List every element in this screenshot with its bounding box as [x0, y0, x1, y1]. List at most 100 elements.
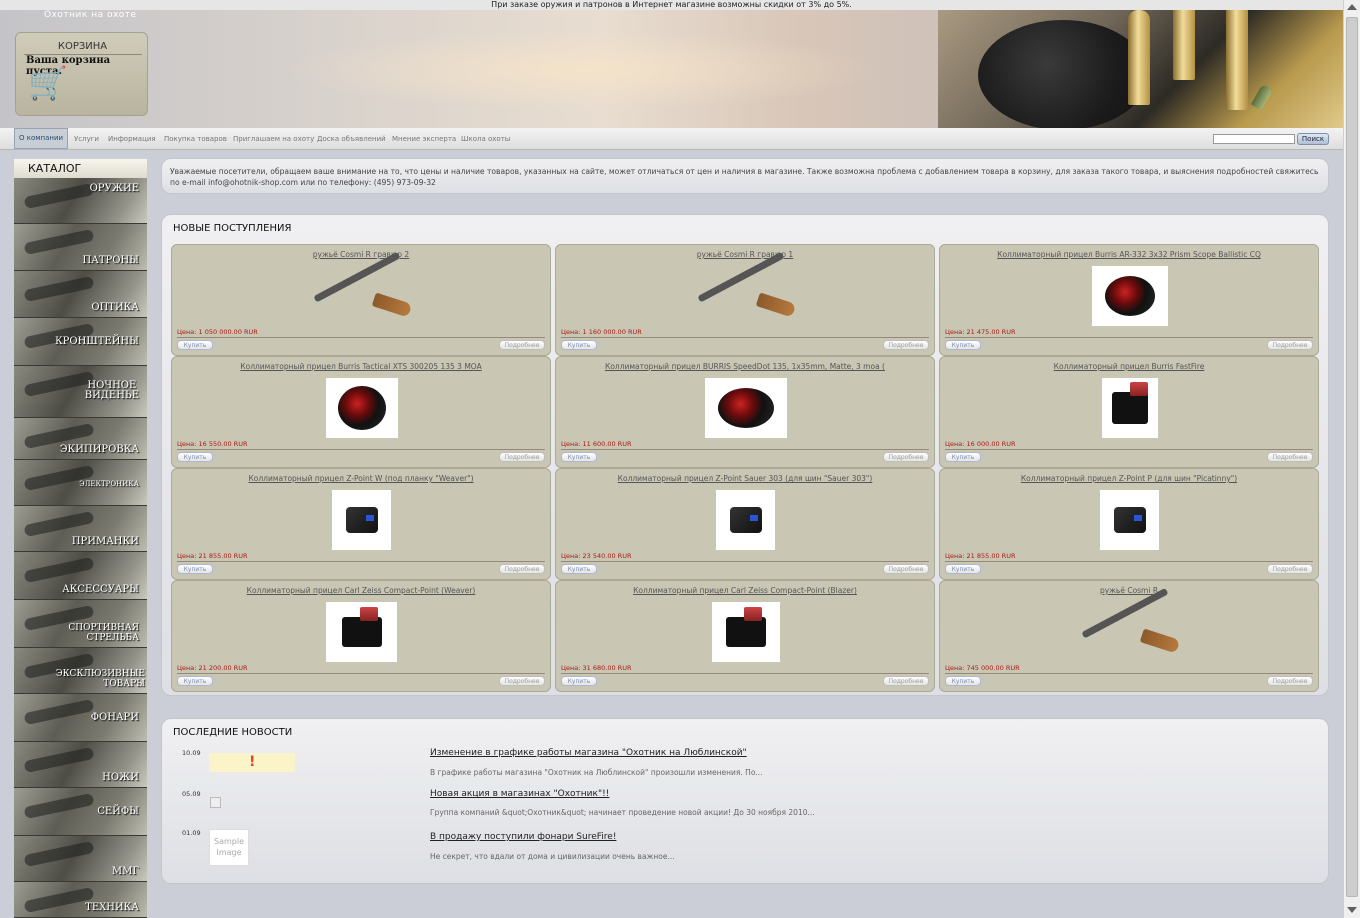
buy-button[interactable]: Купить	[177, 564, 213, 574]
news-title-link[interactable]: Новая акция в магазинах "Охотник"!!	[430, 789, 609, 799]
catalog-item-exclusive[interactable]: ЭКСКЛЮЗИВНЫЕ ТОВАРЫ	[14, 648, 147, 694]
card-divider	[945, 561, 1313, 562]
details-button[interactable]: Подробнее	[1267, 676, 1313, 686]
nav-item-expert[interactable]: Мнение эксперта	[392, 128, 456, 150]
product-name-link[interactable]: Коллиматорный прицел Z-Point P (для шин …	[940, 474, 1318, 483]
details-button[interactable]: Подробнее	[883, 340, 929, 350]
product-name-link[interactable]: ружьё Cosmi R	[940, 586, 1318, 595]
catalog-item-gear[interactable]: ЭКИПИРОВКА	[14, 418, 147, 460]
details-button[interactable]: Подробнее	[499, 340, 545, 350]
catalog-item-label: ФОНАРИ	[90, 712, 139, 723]
catalog-item-ammo[interactable]: ПАТРОНЫ	[14, 224, 147, 271]
product-image-zeiss[interactable]	[712, 602, 780, 662]
vertical-scrollbar[interactable]	[1343, 0, 1360, 918]
product-name-link[interactable]: Коллиматорный прицел Burris Tactical XTS…	[172, 362, 550, 371]
product-name-link[interactable]: ружьё Cosmi R гравюр 1	[556, 250, 934, 259]
nav-item-board[interactable]: Доска объявлений	[317, 128, 386, 150]
zpoint-sight-icon	[729, 507, 762, 533]
shopping-cart-icon[interactable]: 🛒	[28, 67, 68, 99]
news-title-link[interactable]: Изменение в графике работы магазина "Охо…	[430, 748, 747, 758]
product-name-link[interactable]: Коллиматорный прицел Carl Zeiss Compact-…	[556, 586, 934, 595]
details-button[interactable]: Подробнее	[883, 676, 929, 686]
catalog-item-flashlights[interactable]: ФОНАРИ	[14, 694, 147, 742]
product-image-zpoint[interactable]	[716, 490, 775, 550]
gun-barrel-shape	[697, 251, 785, 303]
catalog-item-safes[interactable]: СЕЙФЫ	[14, 788, 147, 836]
product-card: Коллиматорный прицел Burris FastFire Цен…	[939, 356, 1319, 468]
details-button[interactable]: Подробнее	[499, 676, 545, 686]
catalog-item-accessories[interactable]: АКСЕССУАРЫ	[14, 552, 147, 600]
news-image-placeholder-icon[interactable]	[210, 797, 221, 808]
catalog-item-weapons[interactable]: ОРУЖИЕ	[14, 178, 147, 224]
details-button[interactable]: Подробнее	[883, 452, 929, 462]
product-image-scope[interactable]	[326, 378, 398, 438]
details-button[interactable]: Подробнее	[1267, 452, 1313, 462]
product-image-red-dot[interactable]	[1102, 378, 1158, 438]
buy-button[interactable]: Купить	[945, 340, 981, 350]
product-name-link[interactable]: Коллиматорный прицел Z-Point Sauer 303 (…	[556, 474, 934, 483]
details-button[interactable]: Подробнее	[883, 564, 929, 574]
cart-box[interactable]: КОРЗИНА Ваша корзина пуста. 🛒	[15, 32, 148, 116]
product-image-zpoint[interactable]	[332, 490, 391, 550]
catalog-flashlights-image	[23, 698, 95, 726]
nav-item-school[interactable]: Школа охоты	[461, 128, 510, 150]
news-sample-image[interactable]: Sample Image	[209, 829, 249, 866]
search-input[interactable]	[1213, 134, 1295, 144]
brand-name[interactable]: Охотник на охоте	[44, 10, 137, 20]
product-image-shotgun[interactable]	[697, 251, 797, 326]
catalog-item-electronics[interactable]: ЭЛЕКТРОНИКА	[14, 460, 147, 506]
product-name-link[interactable]: Коллиматорный прицел Burris FastFire	[940, 362, 1318, 371]
product-image-scope[interactable]	[705, 378, 787, 438]
catalog-item-knives[interactable]: НОЖИ	[14, 742, 147, 788]
details-button[interactable]: Подробнее	[499, 564, 545, 574]
catalog-optics-image	[23, 275, 95, 303]
buy-button[interactable]: Купить	[561, 340, 597, 350]
product-name-link[interactable]: Коллиматорный прицел BURRIS SpeedDot 135…	[556, 362, 934, 371]
news-panel: ПОСЛЕДНИЕ НОВОСТИ 10.09 ! Изменение в гр…	[161, 718, 1329, 884]
buy-button[interactable]: Купить	[945, 564, 981, 574]
product-name-link[interactable]: Коллиматорный прицел Burris AR-332 3x32 …	[940, 250, 1318, 259]
product-image-shotgun[interactable]	[1081, 587, 1181, 662]
buy-button[interactable]: Купить	[561, 564, 597, 574]
catalog-item-vehicles[interactable]: ТЕХНИКА	[14, 882, 147, 918]
buy-button[interactable]: Купить	[945, 452, 981, 462]
catalog-item-sport-shooting[interactable]: СПОРТИВНАЯ СТРЕЛЬБА	[14, 600, 147, 648]
card-divider	[177, 449, 545, 450]
product-image-shotgun[interactable]	[313, 251, 413, 326]
notice-panel: Уважаемые посетители, обращаем ваше вним…	[161, 158, 1329, 194]
product-name-link[interactable]: Коллиматорный прицел Carl Zeiss Compact-…	[172, 586, 550, 595]
scope-icon	[338, 386, 386, 430]
details-button[interactable]: Подробнее	[499, 452, 545, 462]
nav-item-about[interactable]: О компании	[14, 128, 69, 149]
buy-button[interactable]: Купить	[561, 452, 597, 462]
catalog-item-mounts[interactable]: КРОНШТЕЙНЫ	[14, 318, 147, 366]
nav-item-purchase[interactable]: Покупка товаров	[164, 128, 227, 150]
buy-button[interactable]: Купить	[945, 676, 981, 686]
scope-icon	[1105, 276, 1155, 316]
catalog-item-night-vision[interactable]: НОЧНОЕ ВИДЕНЬЕ	[14, 366, 147, 418]
news-title-link[interactable]: В продажу поступили фонари SureFire!	[430, 832, 616, 842]
nav-item-services[interactable]: Услуги	[74, 128, 99, 150]
product-image-zpoint[interactable]	[1100, 490, 1159, 550]
details-button[interactable]: Подробнее	[1267, 340, 1313, 350]
catalog-item-lures[interactable]: ПРИМАНКИ	[14, 506, 147, 552]
details-button[interactable]: Подробнее	[1267, 564, 1313, 574]
buy-button[interactable]: Купить	[177, 676, 213, 686]
buy-button[interactable]: Купить	[177, 340, 213, 350]
buy-button[interactable]: Купить	[561, 676, 597, 686]
nav-item-hunting-invite[interactable]: Приглашаем на охоту	[233, 128, 314, 150]
catalog-item-optics[interactable]: ОПТИКА	[14, 271, 147, 318]
search-button[interactable]: Поиск	[1297, 133, 1329, 145]
product-name-link[interactable]: ружьё Cosmi R гравюр 2	[172, 250, 550, 259]
product-image-zeiss[interactable]	[326, 602, 397, 662]
catalog-item-mmg[interactable]: ММГ	[14, 836, 147, 882]
scroll-down-arrow-icon[interactable]	[1347, 907, 1357, 913]
buy-button[interactable]: Купить	[177, 452, 213, 462]
scrollbar-thumb[interactable]	[1346, 17, 1358, 897]
news-image-alert[interactable]: !	[209, 753, 295, 772]
product-name-link[interactable]: Коллиматорный прицел Z-Point W (под план…	[172, 474, 550, 483]
scroll-up-arrow-icon[interactable]	[1347, 4, 1357, 10]
product-card: Коллиматорный прицел Z-Point P (для шин …	[939, 468, 1319, 580]
nav-item-info[interactable]: Информация	[108, 128, 156, 150]
product-image-scope[interactable]	[1092, 266, 1168, 326]
